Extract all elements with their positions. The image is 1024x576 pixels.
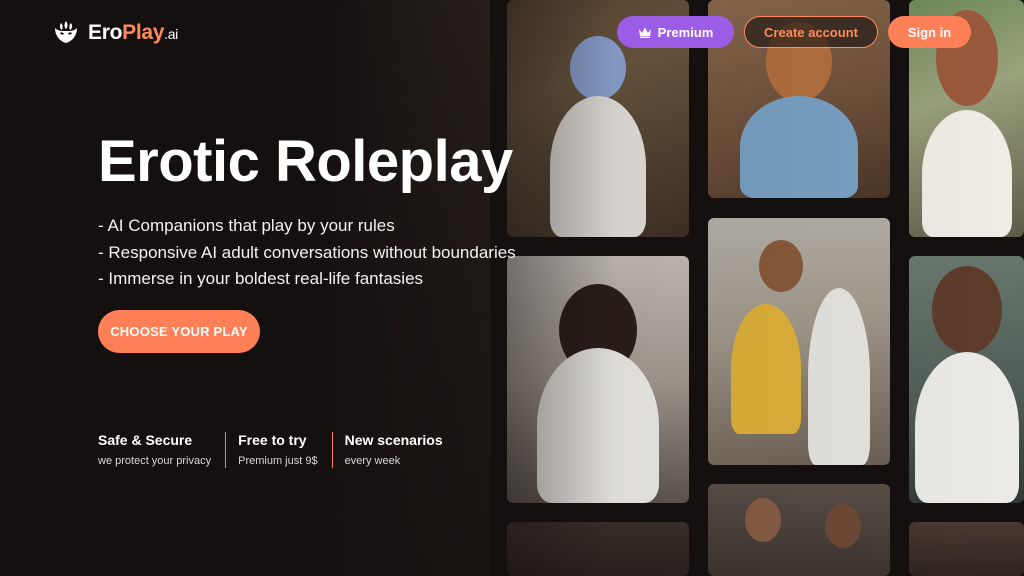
crown-icon [638, 27, 651, 38]
bullet-item: - AI Companions that play by your rules [98, 216, 395, 235]
trust-badge-subtitle: we protect your privacy [98, 455, 212, 467]
trust-badge-free: Free to try Premium just 9$ [225, 432, 318, 468]
trust-badge-subtitle: Premium just 9$ [238, 455, 318, 467]
gallery-card[interactable] [708, 484, 890, 576]
brand-logo[interactable]: EroPlay.ai [52, 18, 178, 48]
gallery-card[interactable] [708, 218, 890, 465]
brand-name: EroPlay.ai [88, 21, 178, 44]
landing-page: EroPlay.ai Premium Create account Sign i… [0, 0, 1024, 576]
gallery-card[interactable] [909, 256, 1024, 503]
bullet-item: - Immerse in your boldest real-life fant… [98, 269, 424, 288]
gallery-card[interactable] [909, 522, 1024, 576]
sign-in-button[interactable]: Sign in [888, 16, 971, 48]
page-title: Erotic Roleplay [98, 129, 513, 194]
header-nav: Premium Create account Sign in [617, 16, 971, 48]
choose-your-play-button[interactable]: CHOOSE YOUR PLAY [98, 310, 260, 353]
trust-badges: Safe & Secure we protect your privacy Fr… [98, 432, 443, 468]
bullet-item: - Responsive AI adult conversations with… [98, 242, 516, 262]
trust-badge-title: Safe & Secure [98, 432, 193, 448]
trust-badge-safe: Safe & Secure we protect your privacy [98, 432, 211, 468]
trust-badge-new: New scenarios every week [331, 432, 443, 468]
create-account-button[interactable]: Create account [744, 16, 878, 48]
trust-badge-subtitle: every week [344, 455, 401, 467]
premium-button-label: Premium [657, 24, 714, 40]
premium-button[interactable]: Premium [617, 16, 734, 48]
gallery-card[interactable] [507, 522, 689, 576]
trust-badge-title: New scenarios [344, 432, 443, 448]
mask-icon [55, 21, 77, 43]
gallery-card[interactable] [507, 256, 689, 503]
feature-bullets: - AI Companions that play by your rules … [98, 213, 516, 293]
trust-badge-title: Free to try [238, 432, 307, 448]
